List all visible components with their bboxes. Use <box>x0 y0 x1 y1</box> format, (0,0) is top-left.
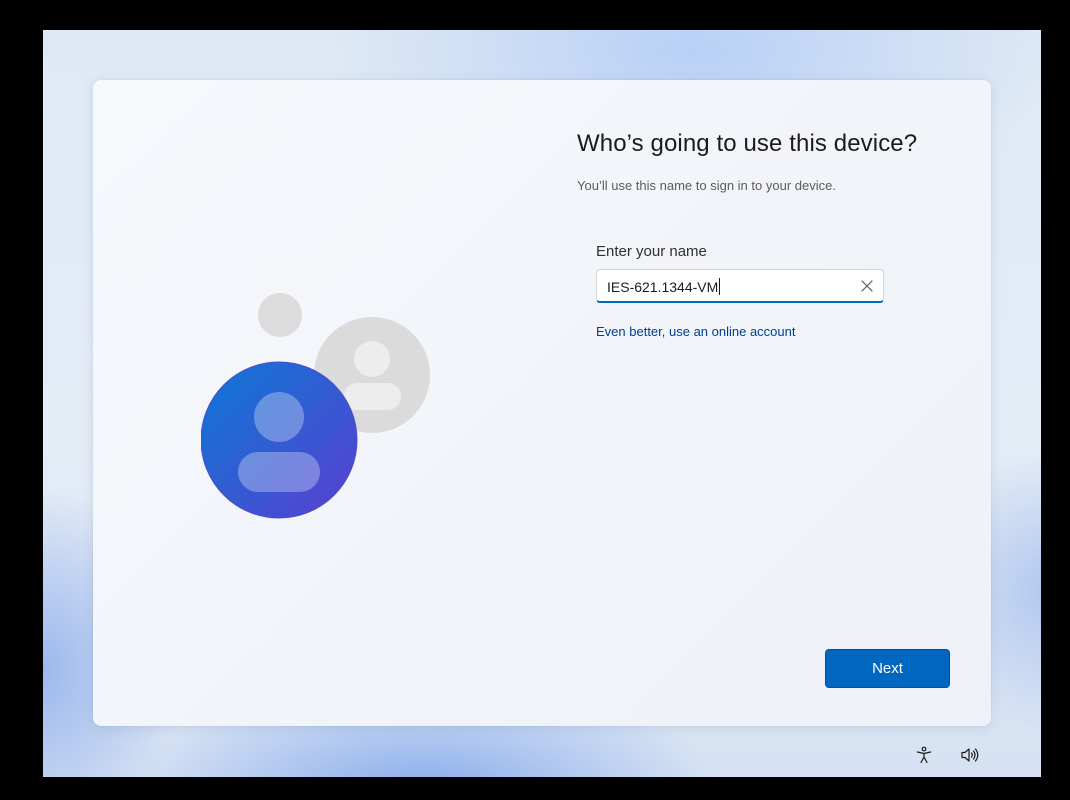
accessibility-icon <box>916 746 932 764</box>
setup-card: Who’s going to use this device? You’ll u… <box>93 80 991 726</box>
page-subtitle: You’ll use this name to sign in to your … <box>577 178 836 193</box>
clear-button[interactable] <box>857 276 877 296</box>
next-button[interactable]: Next <box>825 649 950 688</box>
oobe-screen: Who’s going to use this device? You’ll u… <box>43 30 1041 777</box>
name-input[interactable]: IES-621.1344-VM <box>596 269 884 303</box>
text-caret <box>719 278 721 295</box>
close-icon <box>861 280 873 292</box>
people-illustration-icon <box>201 293 430 519</box>
volume-button[interactable] <box>957 742 983 768</box>
online-account-link[interactable]: Even better, use an online account <box>596 324 795 339</box>
page-title: Who’s going to use this device? <box>577 130 918 157</box>
accessibility-button[interactable] <box>911 742 937 768</box>
name-input-value[interactable]: IES-621.1344-VM <box>607 278 721 295</box>
name-field-label: Enter your name <box>596 243 707 260</box>
speaker-icon <box>961 748 979 762</box>
